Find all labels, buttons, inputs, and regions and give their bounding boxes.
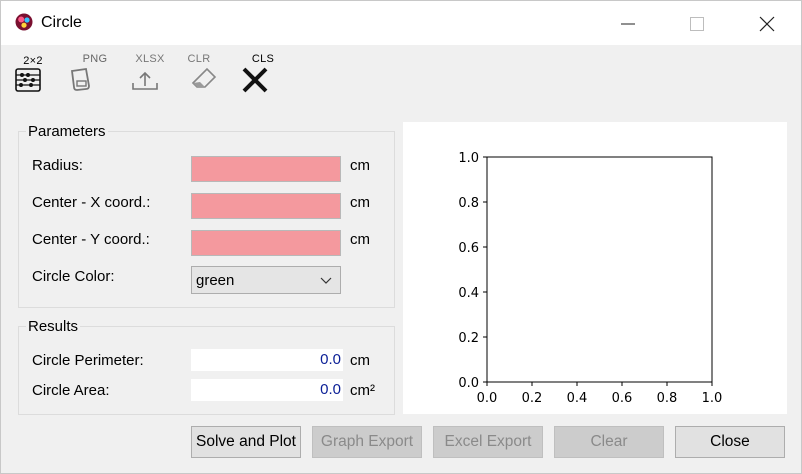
close-icon [759,16,775,32]
y-tick-label: 0.2 [458,331,479,346]
y-tick-label: 0.6 [458,241,479,256]
x-mark-icon [242,67,268,93]
center-y-unit: cm [350,231,370,248]
toolbar: 2×2 PNG XLSX CLR CLS [1,45,801,101]
minimize-button[interactable] [605,1,651,45]
circle-color-label: Circle Color: [32,268,115,285]
upload-icon [132,71,158,90]
graph-export-button[interactable]: Graph Export [312,426,422,458]
x-tick-label: 0.0 [477,391,498,406]
title-bar[interactable]: Circle [1,1,801,45]
circle-color-value: green [196,272,235,289]
png-export-tool-button[interactable]: PNG [67,49,111,95]
matrix-tool-button[interactable]: 2×2 [11,49,55,95]
empty-axes-chart: 0.0 0.2 0.4 0.6 0.8 1.0 0.0 0.2 0.4 0.6 0.8 1.0 [458,151,723,406]
perimeter-label: Circle Perimeter: [32,352,144,369]
plot-frame [486,156,713,383]
x-tick-label: 0.2 [522,391,543,406]
circle-color-select[interactable]: green [191,266,341,294]
results-group-title: Results [26,318,81,335]
x-tick-label: 0.8 [657,391,678,406]
app-icon [15,13,33,31]
center-x-label: Center - X coord.: [32,194,151,211]
center-y-label: Center - Y coord.: [32,231,150,248]
close-button[interactable]: Close [675,426,785,458]
maximize-icon [690,17,704,31]
y-tick-label: 0.8 [458,196,479,211]
area-unit: cm² [350,382,375,399]
area-label: Circle Area: [32,382,110,399]
x-tick-label: 0.6 [612,391,633,406]
close-screen-tool-button[interactable]: CLS [237,49,281,95]
save-file-icon [70,67,90,91]
perimeter-unit: cm [350,352,370,369]
y-tick-label: 0.0 [458,376,479,391]
y-tick-label: 1.0 [458,151,479,166]
close-window-button[interactable] [744,1,790,45]
center-y-input[interactable] [191,230,341,256]
maximize-button[interactable] [674,1,720,45]
clear-tool-button[interactable]: CLR [181,49,225,95]
radius-unit: cm [350,157,370,174]
minimize-icon [621,23,635,25]
circle-window: Circle 2×2 PNG XLSX CLR CLS Parameters R… [0,0,802,474]
clear-button[interactable]: Clear [554,426,664,458]
eraser-icon [191,67,217,88]
x-tick-label: 1.0 [702,391,723,406]
plot-canvas[interactable]: 0.0 0.2 0.4 0.6 0.8 1.0 0.0 0.2 0.4 0.6 0.8 1.0 [403,122,787,414]
center-x-input[interactable] [191,193,341,219]
radius-label: Radius: [32,157,83,174]
abacus-icon [15,68,41,92]
xlsx-export-tool-button[interactable]: XLSX [124,49,168,95]
radius-input[interactable] [191,156,341,182]
center-x-unit: cm [350,194,370,211]
x-tick-label: 0.4 [567,391,588,406]
perimeter-readout: 0.0 [191,349,343,371]
window-title: Circle [41,14,82,31]
chevron-down-icon [320,277,332,284]
solve-and-plot-button[interactable]: Solve and Plot [191,426,301,458]
parameters-group-title: Parameters [26,123,108,140]
y-tick-label: 0.4 [458,286,479,301]
area-readout: 0.0 [191,379,343,401]
excel-export-button[interactable]: Excel Export [433,426,543,458]
